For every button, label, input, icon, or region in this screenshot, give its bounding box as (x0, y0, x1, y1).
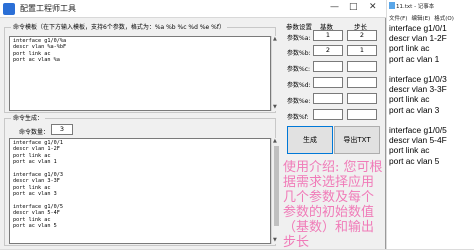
param-c-label: 参数%c: (287, 66, 311, 73)
param-a-step-input[interactable]: 2 (347, 30, 377, 41)
notepad-icon (389, 2, 395, 9)
param-a-base-input[interactable]: 1 (313, 30, 343, 41)
notepad-text[interactable]: interface g1/0/1 descr vlan 1-2F port li… (389, 23, 447, 166)
param-f-base-input[interactable] (313, 109, 343, 120)
param-c-step-input[interactable] (347, 61, 377, 72)
scroll-up-icon[interactable]: ▲ (273, 36, 277, 42)
maximize-button[interactable]: □ (349, 2, 358, 12)
param-e-step-input[interactable] (347, 93, 377, 104)
template-scrollbar[interactable]: ▲ ▼ (271, 36, 280, 111)
generate-group: 命令生成： 命令数量： 3 interface g1/0/1 descr vla… (4, 113, 280, 246)
scrollbar-thumb[interactable] (274, 146, 279, 226)
param-b-base-input[interactable]: 2 (313, 45, 343, 56)
param-e-base-input[interactable] (313, 93, 343, 104)
output-scrollbar[interactable]: ▲ ▼ (271, 138, 280, 244)
param-a-label: 参数%a: (287, 35, 311, 42)
param-d-step-input[interactable] (347, 77, 377, 88)
scroll-down-icon[interactable]: ▼ (273, 104, 277, 110)
menu-file[interactable]: 文件(F) (389, 16, 407, 22)
template-group: 命令模板（在下方输入模板，支持6个参数，格式为：%a %b %c %d %e %… (4, 22, 280, 113)
param-f-step-input[interactable] (347, 109, 377, 120)
template-textarea[interactable]: interface g1/0/%a descr vlan %a-%bF port… (9, 36, 271, 111)
export-txt-button[interactable]: 导出TXT (334, 126, 380, 154)
menu-format[interactable]: 格式(O) (434, 16, 454, 22)
menu-edit[interactable]: 编辑(E) (411, 16, 430, 22)
app-icon (3, 3, 15, 15)
generate-group-legend: 命令生成： (11, 113, 46, 122)
scroll-up-icon[interactable]: ▲ (273, 138, 277, 144)
notepad-window: 11.txt - 记事本 文件(F) 编辑(E) 格式(O) interface g… (387, 0, 474, 249)
param-b-label: 参数%b: (287, 50, 311, 57)
close-button[interactable]: ✕ (369, 2, 377, 12)
param-d-base-input[interactable] (313, 77, 343, 88)
param-f-label: 参数%f: (287, 114, 309, 121)
scroll-down-icon[interactable]: ▼ (273, 237, 277, 243)
window-title: 配置工程师工具 (20, 4, 76, 13)
command-count-label: 命令数量： (19, 129, 50, 136)
notepad-title: 11.txt - 记事本 (396, 4, 435, 10)
output-textarea[interactable]: interface g1/0/1 descr vlan 1-2F port li… (9, 138, 271, 244)
command-count-input[interactable]: 3 (51, 124, 73, 135)
generate-button[interactable]: 生成 (287, 126, 333, 154)
param-b-step-input[interactable]: 1 (347, 45, 377, 56)
param-d-label: 参数%d: (287, 82, 311, 89)
param-c-base-input[interactable] (313, 61, 343, 72)
param-header-label: 参数设置 (286, 23, 312, 31)
minimize-button[interactable]: — (330, 2, 339, 12)
template-group-legend: 命令模板（在下方输入模板，支持6个参数，格式为：%a %b %c %d %e %… (11, 22, 227, 31)
title-bar: 配置工程师工具 — □ ✕ (0, 0, 386, 18)
tool-window: 配置工程师工具 — □ ✕ 命令模板（在下方输入模板，支持6个参数，格式为：%a… (0, 0, 386, 250)
param-e-label: 参数%e: (287, 98, 311, 105)
usage-intro-text: 使用介绍: 您可根据需求选择应用几个参数及每个参数的初始数值（基数）和输出步长 (283, 160, 383, 250)
notepad-menu: 文件(F) 编辑(E) 格式(O) (389, 14, 458, 22)
